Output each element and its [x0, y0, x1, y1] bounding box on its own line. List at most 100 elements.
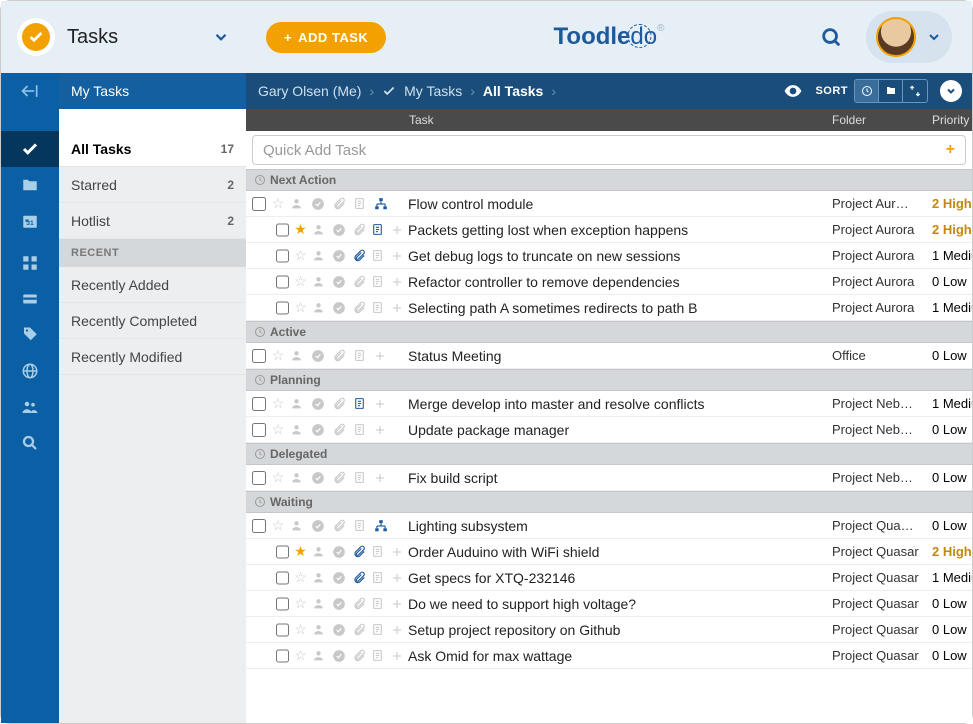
task-priority[interactable]: 0 Low: [932, 648, 972, 663]
person-icon[interactable]: [290, 423, 308, 436]
task-row[interactable]: ☆ Get specs for XTQ-232146 Project Quasa…: [246, 565, 972, 591]
task-folder[interactable]: Project Quasar: [832, 596, 932, 611]
task-checkbox[interactable]: [252, 349, 266, 363]
task-folder[interactable]: Project Quasar: [832, 570, 932, 585]
task-row[interactable]: ★ Packets getting lost when exception ha…: [246, 217, 972, 243]
task-title[interactable]: Lighting subsystem: [408, 518, 832, 534]
task-priority[interactable]: 2 High: [932, 196, 972, 211]
task-checkbox[interactable]: [252, 397, 266, 411]
task-title[interactable]: Do we need to support high voltage?: [408, 596, 832, 612]
drag-handle-icon[interactable]: [391, 276, 408, 288]
status-icon[interactable]: [332, 597, 349, 611]
status-icon[interactable]: [332, 249, 349, 263]
task-checkbox[interactable]: [252, 471, 266, 485]
star-icon[interactable]: ☆: [292, 273, 309, 290]
rail-item-card[interactable]: [1, 281, 59, 317]
task-title[interactable]: Status Meeting: [408, 348, 832, 364]
star-icon[interactable]: ☆: [269, 395, 287, 412]
drag-handle-icon[interactable]: [391, 224, 408, 236]
task-checkbox[interactable]: [252, 423, 266, 437]
task-priority[interactable]: 0 Low: [932, 518, 972, 533]
task-row[interactable]: ☆ Lighting subsystem Project Qua… 0 Low: [246, 513, 972, 539]
drag-handle-icon[interactable]: [391, 546, 408, 558]
status-icon[interactable]: [311, 397, 329, 411]
task-priority[interactable]: 0 Low: [932, 274, 972, 289]
attachment-icon[interactable]: [332, 519, 350, 533]
note-icon[interactable]: [353, 349, 371, 362]
task-priority[interactable]: 2 High: [932, 544, 972, 559]
person-icon[interactable]: [312, 545, 329, 558]
task-folder[interactable]: Project Aurora: [832, 248, 932, 263]
add-task-button[interactable]: + ADD TASK: [266, 22, 386, 53]
task-folder[interactable]: Project Qua…: [832, 518, 932, 533]
drag-handle-icon[interactable]: [391, 650, 408, 662]
star-icon[interactable]: ☆: [269, 421, 287, 438]
status-icon[interactable]: [332, 623, 349, 637]
task-checkbox[interactable]: [276, 223, 289, 237]
task-priority[interactable]: 1 Medium: [932, 570, 972, 585]
task-row[interactable]: ☆ Refactor controller to remove dependen…: [246, 269, 972, 295]
group-header[interactable]: Waiting: [246, 491, 972, 513]
person-icon[interactable]: [312, 571, 329, 584]
drag-handle-icon[interactable]: [374, 398, 392, 410]
person-icon[interactable]: [312, 623, 329, 636]
status-icon[interactable]: [311, 519, 329, 533]
task-checkbox[interactable]: [276, 623, 289, 637]
note-icon[interactable]: [353, 423, 371, 436]
task-priority[interactable]: 0 Low: [932, 470, 972, 485]
task-folder[interactable]: Project Aur…: [832, 196, 932, 211]
task-title[interactable]: Packets getting lost when exception happ…: [408, 222, 832, 238]
note-icon[interactable]: [371, 249, 388, 262]
drag-handle-icon[interactable]: [391, 302, 408, 314]
task-checkbox[interactable]: [252, 197, 266, 211]
note-icon[interactable]: [353, 471, 371, 484]
task-title[interactable]: Merge develop into master and resolve co…: [408, 396, 832, 412]
task-folder[interactable]: Project Quasar: [832, 544, 932, 559]
attachment-icon[interactable]: [352, 597, 369, 611]
note-icon[interactable]: [371, 571, 388, 584]
group-header[interactable]: Delegated: [246, 443, 972, 465]
sort-by-status[interactable]: [855, 80, 879, 102]
star-icon[interactable]: ☆: [269, 195, 287, 212]
status-icon[interactable]: [311, 423, 329, 437]
star-icon[interactable]: ☆: [269, 517, 287, 534]
task-checkbox[interactable]: [276, 597, 289, 611]
person-icon[interactable]: [290, 471, 308, 484]
task-checkbox[interactable]: [276, 545, 289, 559]
note-icon[interactable]: [371, 223, 388, 236]
note-icon[interactable]: [353, 197, 371, 210]
status-icon[interactable]: [311, 197, 329, 211]
drag-handle-icon[interactable]: [374, 350, 392, 362]
status-icon[interactable]: [332, 275, 349, 289]
sidebar-item[interactable]: Starred2: [59, 167, 246, 203]
task-row[interactable]: ☆ Get debug logs to truncate on new sess…: [246, 243, 972, 269]
rail-item-people[interactable]: [1, 389, 59, 425]
collapse-sidebar-button[interactable]: [1, 73, 59, 109]
task-row[interactable]: ☆ Flow control module Project Aur… 2 Hig…: [246, 191, 972, 217]
note-icon[interactable]: [371, 649, 388, 662]
rail-item-calendar[interactable]: 31: [1, 203, 59, 239]
task-priority[interactable]: 1 Medium: [932, 248, 972, 263]
rail-item-search[interactable]: [1, 425, 59, 461]
task-folder[interactable]: Project Neb…: [832, 396, 932, 411]
person-icon[interactable]: [312, 223, 329, 236]
rail-item-folder[interactable]: [1, 167, 59, 203]
sort-by-folder[interactable]: [879, 80, 903, 102]
star-icon[interactable]: ☆: [292, 595, 309, 612]
star-icon[interactable]: ☆: [292, 299, 309, 316]
person-icon[interactable]: [312, 275, 329, 288]
breadcrumb-current[interactable]: All Tasks: [483, 83, 543, 99]
star-icon[interactable]: ★: [292, 543, 309, 560]
task-title[interactable]: Flow control module: [408, 196, 832, 212]
group-header[interactable]: Next Action: [246, 169, 972, 191]
visibility-toggle[interactable]: [783, 81, 803, 101]
person-icon[interactable]: [312, 597, 329, 610]
person-icon[interactable]: [312, 649, 329, 662]
attachment-icon[interactable]: [352, 649, 369, 663]
task-title[interactable]: Setup project repository on Github: [408, 622, 832, 638]
breadcrumb-tasks[interactable]: My Tasks: [382, 83, 462, 99]
task-title[interactable]: Update package manager: [408, 422, 832, 438]
sidebar-item[interactable]: All Tasks17: [59, 131, 246, 167]
task-priority[interactable]: 1 Medium: [932, 396, 972, 411]
expand-options-button[interactable]: [940, 80, 962, 102]
